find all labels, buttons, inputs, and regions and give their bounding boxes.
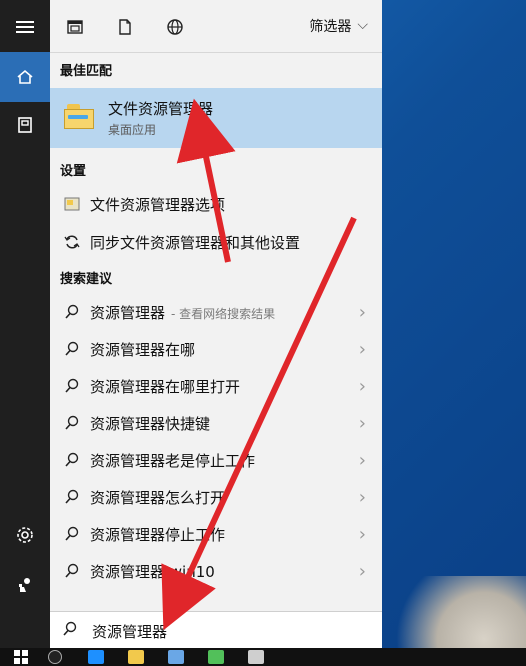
chevron-right-icon[interactable]: › [359, 561, 366, 582]
settings-item-label: 同步文件资源管理器和其他设置 [90, 234, 301, 252]
suggestion-item[interactable]: 资源管理器快捷键 › [50, 405, 382, 443]
chevron-right-icon[interactable]: › [359, 413, 366, 434]
app-icon[interactable] [248, 650, 264, 664]
suggestion-item[interactable]: 资源管理器在哪里打开 › [50, 368, 382, 406]
globe-icon [167, 19, 183, 35]
suggestion-item[interactable]: 资源管理器在哪 › [50, 331, 382, 369]
file-explorer-icon [64, 104, 94, 130]
search-input[interactable] [90, 618, 364, 644]
chevron-right-icon[interactable]: › [359, 524, 366, 545]
suggestion-label: 资源管理器快捷键 [90, 415, 211, 433]
apps-button[interactable] [0, 100, 50, 150]
filter-label: 筛选器 [309, 19, 352, 35]
hamburger-menu-button[interactable] [0, 2, 50, 52]
web-filter-button[interactable] [164, 16, 186, 38]
best-match-heading: 最佳匹配 [60, 64, 113, 79]
suggestion-item[interactable]: 资源管理器怎么打开 › [50, 479, 382, 517]
suggestion-label: 资源管理器 [90, 304, 166, 322]
search-icon [62, 302, 82, 322]
search-tabs-bar: 筛选器 ⌵ [50, 0, 382, 53]
suggestion-label: 资源管理器 win10 [90, 563, 215, 581]
search-icon [62, 524, 82, 544]
suggestion-item[interactable]: 资源管理器停止工作 › [50, 516, 382, 554]
filter-dropdown[interactable]: 筛选器 ⌵ [309, 16, 368, 36]
search-icon [62, 621, 78, 641]
sync-icon [62, 232, 82, 252]
start-left-rail [0, 0, 50, 648]
hamburger-icon [16, 21, 34, 33]
suggestion-label: 资源管理器老是停止工作 [90, 452, 256, 470]
best-match-title: 文件资源管理器 [108, 100, 214, 118]
suggestion-label: 资源管理器在哪里打开 [90, 378, 241, 396]
windows-start-icon[interactable] [14, 650, 28, 664]
home-icon [17, 69, 33, 84]
suggestion-item[interactable]: 资源管理器老是停止工作 › [50, 442, 382, 480]
suggestion-label: 资源管理器停止工作 [90, 526, 226, 544]
search-taskbar-icon[interactable] [48, 650, 62, 664]
settings-item[interactable]: 文件资源管理器选项 [50, 186, 382, 224]
settings-heading: 设置 [60, 164, 87, 179]
search-icon [62, 450, 82, 470]
search-icon [62, 561, 82, 581]
chevron-right-icon[interactable]: › [359, 339, 366, 360]
chevron-right-icon[interactable]: › [359, 450, 366, 471]
documents-filter-button[interactable] [114, 16, 136, 38]
chevron-right-icon[interactable]: › [359, 302, 366, 323]
suggestion-label: 资源管理器在哪 [90, 341, 196, 359]
chevron-right-icon[interactable]: › [359, 376, 366, 397]
file-explorer-taskbar-icon[interactable] [128, 650, 144, 664]
apps-icon [18, 117, 32, 133]
apps-filter-icon [67, 20, 83, 34]
search-panel: 筛选器 ⌵ 最佳匹配 文件资源管理器 桌面应用 设置 文件资源管理器选项 同步文… [50, 0, 382, 649]
folder-options-icon [62, 194, 82, 214]
suggestion-suffix: - 查看网络搜索结果 [171, 307, 276, 321]
search-suggestions-heading: 搜索建议 [60, 272, 113, 287]
edge-icon[interactable] [88, 650, 104, 664]
chevron-right-icon[interactable]: › [359, 487, 366, 508]
suggestion-item[interactable]: 资源管理器 - 查看网络搜索结果 › [50, 294, 382, 332]
suggestion-item[interactable]: 资源管理器 win10 › [50, 553, 382, 591]
apps-filter-button[interactable] [64, 16, 86, 38]
user-button[interactable] [0, 560, 50, 610]
search-box[interactable] [50, 611, 382, 649]
document-icon [119, 19, 131, 35]
home-button[interactable] [0, 52, 50, 102]
user-icon [19, 578, 30, 592]
best-match-subtitle: 桌面应用 [108, 123, 157, 137]
settings-item-label: 文件资源管理器选项 [90, 196, 226, 214]
suggestion-label: 资源管理器怎么打开 [90, 489, 226, 507]
search-icon [62, 339, 82, 359]
search-icon [62, 413, 82, 433]
chevron-down-icon: ⌵ [357, 17, 368, 33]
gear-icon [17, 527, 33, 543]
best-match-item[interactable]: 文件资源管理器 桌面应用 [50, 88, 382, 148]
settings-button[interactable] [0, 510, 50, 560]
taskbar [0, 648, 526, 666]
search-icon [62, 376, 82, 396]
store-icon[interactable] [168, 650, 184, 664]
settings-item[interactable]: 同步文件资源管理器和其他设置 [50, 224, 382, 262]
search-icon [62, 487, 82, 507]
app-icon[interactable] [208, 650, 224, 664]
